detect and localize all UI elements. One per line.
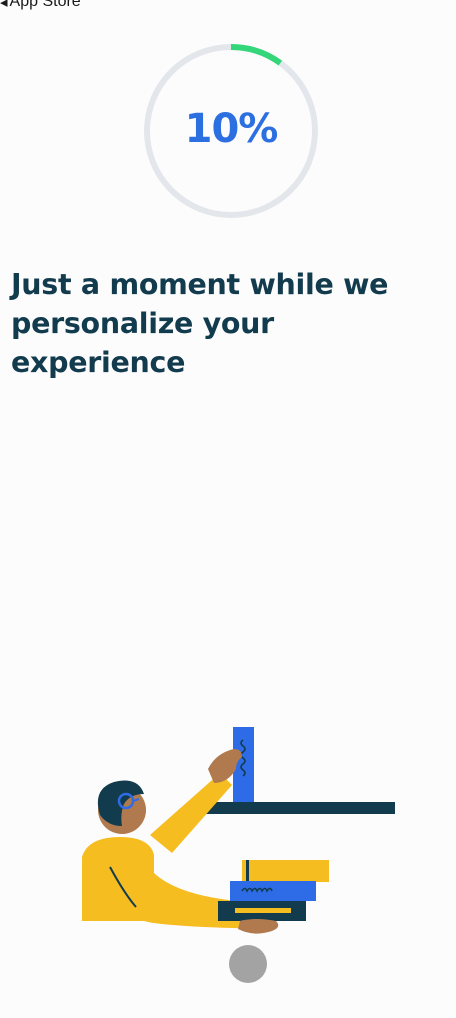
app-store-back-link[interactable]: ◂ App Store <box>0 0 81 11</box>
progress-ring: 10% <box>142 42 320 220</box>
page-title: Just a moment while we personalize your … <box>11 268 389 379</box>
progress-percent: 10% <box>184 106 279 152</box>
yellow-book-icon <box>242 860 329 882</box>
chevron-left-icon: ◂ <box>0 0 8 11</box>
back-label: App Store <box>9 0 81 10</box>
shelf-icon <box>190 802 395 814</box>
grey-circle-icon <box>229 945 267 983</box>
person-shelving-books-illustration <box>82 727 395 983</box>
